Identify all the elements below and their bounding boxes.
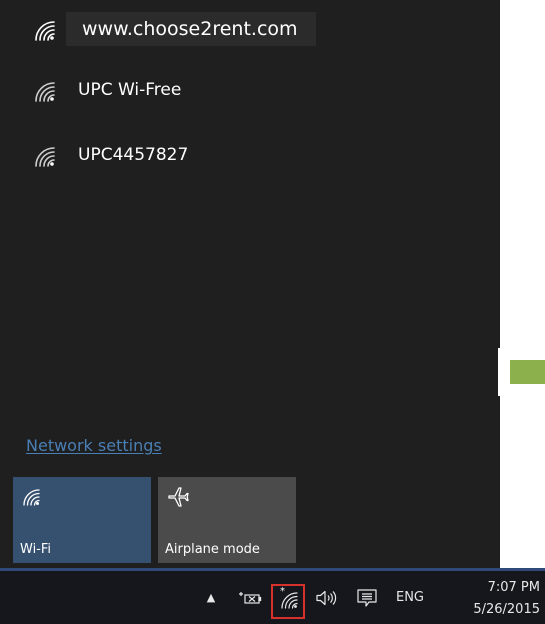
- wifi-icon: [21, 485, 45, 509]
- airplane-icon: [166, 485, 190, 509]
- network-ssid-box: www.choose2rent.com: [66, 12, 316, 46]
- language-indicator[interactable]: ENG: [390, 571, 430, 624]
- network-item-upc4457827[interactable]: UPC4457827: [30, 135, 188, 175]
- screen: www.choose2rent.com UPC Wi-Free UPC44578…: [0, 0, 545, 624]
- wifi-tray-icon[interactable]: *: [270, 571, 308, 624]
- clock-time: 7:07 PM: [487, 580, 540, 595]
- wifi-icon: [30, 142, 62, 168]
- wifi-tray-highlight: [271, 584, 305, 619]
- network-ssid: UPC Wi-Free: [78, 80, 182, 100]
- network-settings-link[interactable]: Network settings: [26, 436, 162, 455]
- clock[interactable]: 7:07 PM 5/26/2015: [448, 577, 540, 621]
- wifi-icon: [30, 16, 62, 42]
- volume-icon[interactable]: [310, 571, 344, 624]
- chevron-up-icon[interactable]: ▲: [201, 571, 221, 624]
- network-item-choose2rent[interactable]: www.choose2rent.com: [30, 9, 316, 49]
- network-item-upc-wi-free[interactable]: UPC Wi-Free: [30, 70, 181, 110]
- airplane-tile-label: Airplane mode: [165, 542, 260, 557]
- network-ssid: UPC4457827: [78, 145, 189, 165]
- wifi-tile-label: Wi-Fi: [20, 542, 52, 557]
- taskbar: ▲ * ENG 7:07 PM 5/26/2015: [0, 568, 545, 624]
- network-flyout: www.choose2rent.com UPC Wi-Free UPC44578…: [0, 0, 500, 568]
- green-accent-fill: [510, 360, 545, 384]
- quick-action-wifi-tile[interactable]: Wi-Fi: [13, 477, 151, 563]
- battery-icon[interactable]: [232, 571, 268, 624]
- notifications-icon[interactable]: [353, 571, 381, 624]
- clock-date: 5/26/2015: [473, 602, 540, 617]
- green-accent-square: [498, 348, 545, 396]
- quick-action-airplane-tile[interactable]: Airplane mode: [158, 477, 296, 563]
- network-ssid: www.choose2rent.com: [82, 18, 298, 40]
- wifi-icon: [30, 77, 62, 103]
